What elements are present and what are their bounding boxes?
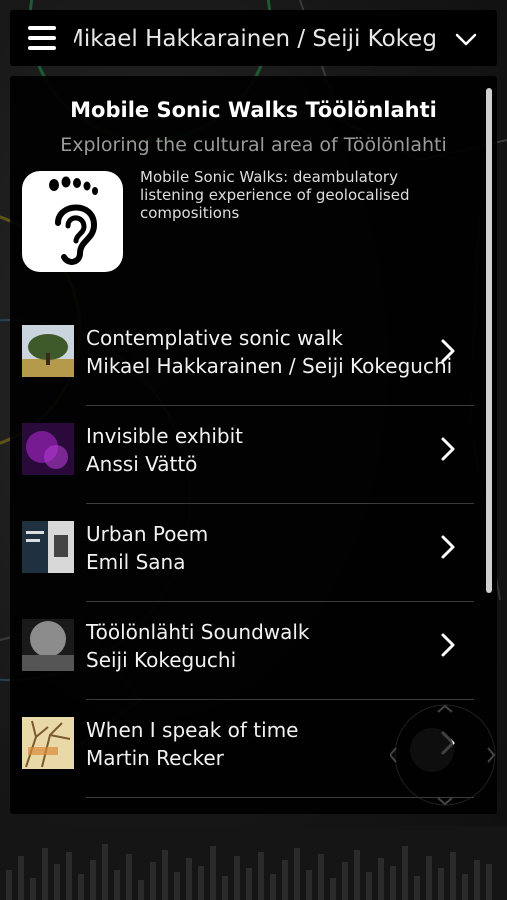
walk-item-urban-poem[interactable]: Urban Poem Emil Sana <box>10 504 480 602</box>
audio-visualizer <box>0 826 507 900</box>
walk-item-contemplative[interactable]: Contemplative sonic walk Mikael Hakkarai… <box>10 308 480 406</box>
walk-author: Seiji Kokeguchi <box>86 648 237 672</box>
top-bar: Mikael Hakkarainen / Seiji Kokeguchi <box>10 10 497 66</box>
walk-thumbnail <box>22 423 74 475</box>
selected-walk-title[interactable]: Mikael Hakkarainen / Seiji Kokeguchi <box>74 24 436 54</box>
scrollbar[interactable] <box>486 88 492 593</box>
walk-title: Töölönlähti Soundwalk <box>86 620 310 644</box>
hamburger-icon[interactable] <box>28 26 56 50</box>
walk-author: Emil Sana <box>86 550 186 574</box>
walk-item-soundwalk[interactable]: Töölönlähti Soundwalk Seiji Kokeguchi <box>10 602 480 700</box>
walk-thumbnail <box>22 717 74 769</box>
panel-subtitle: Exploring the cultural area of Töölönlah… <box>60 134 447 156</box>
walk-thumbnail <box>22 619 74 671</box>
chevron-right-icon <box>441 633 455 657</box>
app-description: Mobile Sonic Walks: deambulatory listeni… <box>140 168 410 222</box>
panel-title: Mobile Sonic Walks Töölönlahti <box>70 98 437 122</box>
walk-title: Invisible exhibit <box>86 424 243 448</box>
walk-thumbnail <box>22 521 74 573</box>
selected-walk-text: Mikael Hakkarainen / Seiji Kokeguchi <box>74 26 436 52</box>
walk-title: Contemplative sonic walk <box>86 326 343 350</box>
foot-ear-icon <box>22 171 123 272</box>
walk-item-invisible-exhibit[interactable]: Invisible exhibit Anssi Vättö <box>10 406 480 504</box>
chevron-down-icon[interactable] <box>453 26 479 52</box>
chevron-right-icon <box>441 339 455 363</box>
walk-thumbnail <box>22 325 74 377</box>
chevron-right-icon <box>441 437 455 461</box>
walk-title: Urban Poem <box>86 522 209 546</box>
chevron-right-icon <box>441 535 455 559</box>
map-navigation-dial[interactable] <box>390 700 500 810</box>
walk-author: Mikael Hakkarainen / Seiji Kokeguchi <box>86 354 453 378</box>
walk-title: When I speak of time <box>86 718 299 742</box>
walk-author: Anssi Vättö <box>86 452 198 476</box>
